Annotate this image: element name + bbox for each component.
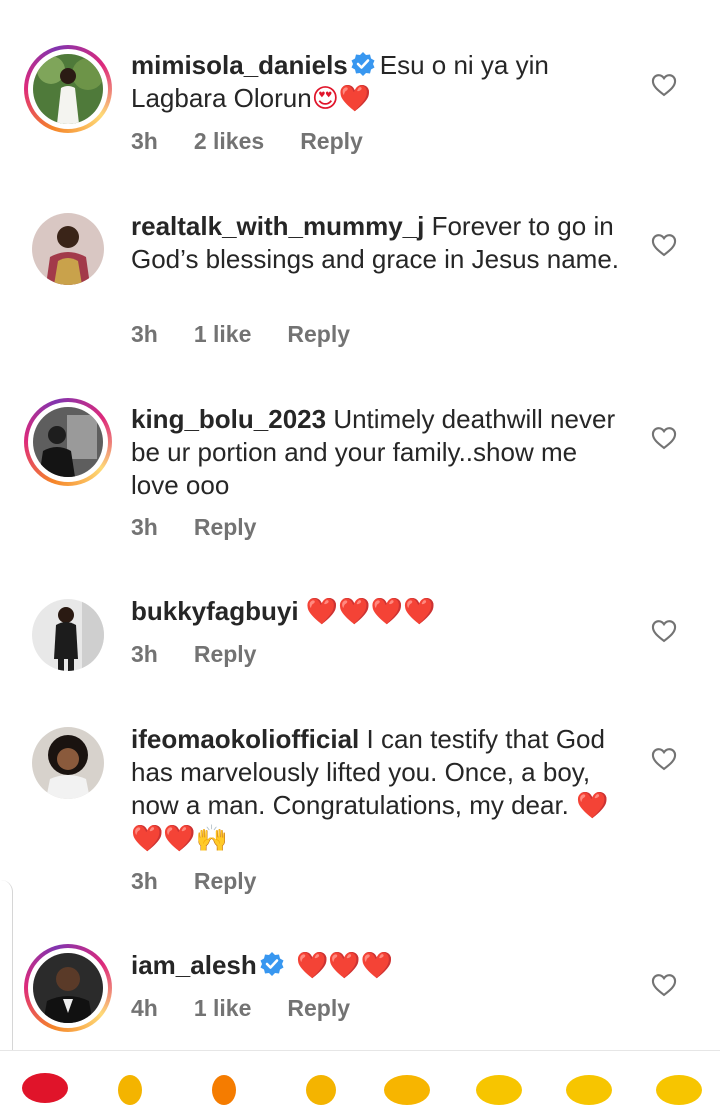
timestamp: 3h (131, 641, 158, 667)
clap-reaction-icon[interactable] (306, 1075, 336, 1105)
heart-outline-icon[interactable] (650, 71, 678, 99)
heart-outline-icon[interactable] (650, 231, 678, 259)
heart-outline-icon[interactable] (650, 971, 678, 999)
timestamp: 4h (131, 995, 158, 1021)
comment-meta: 3h Reply (131, 514, 292, 541)
reply-button[interactable]: Reply (194, 641, 257, 667)
likes-count[interactable]: 1 like (194, 995, 252, 1021)
username-link[interactable]: realtalk_with_mummy_j (131, 211, 424, 241)
fire-reaction-icon[interactable] (212, 1075, 236, 1105)
comment-meta: 3h Reply (131, 641, 292, 668)
reply-button[interactable]: Reply (194, 514, 257, 540)
comment-text: mimisola_daniels Esu o ni ya yin Lagbara … (131, 49, 631, 115)
reply-button[interactable]: Reply (287, 995, 350, 1021)
emoji-reaction-bar (0, 1050, 720, 1105)
comment-meta: 4h 1 like Reply (131, 995, 386, 1022)
comment-body: ❤️❤️❤️❤️ (305, 596, 436, 626)
reply-button[interactable]: Reply (287, 321, 350, 347)
timestamp: 3h (131, 514, 158, 540)
heart-eyes-reaction-icon[interactable] (476, 1075, 522, 1105)
timestamp: 3h (131, 868, 158, 894)
comment-meta: 3h Reply (131, 868, 292, 895)
comment-meta: 3h 2 likes Reply (131, 128, 399, 155)
avatar-story-ring[interactable] (24, 944, 112, 1032)
comment-meta: 3h 1 like Reply (131, 321, 386, 348)
avatar (33, 407, 103, 477)
hands-reaction-icon[interactable] (118, 1075, 142, 1105)
username-link[interactable]: iam_alesh (131, 950, 257, 980)
comment-text: realtalk_with_mummy_j Forever to go in G… (131, 210, 631, 276)
crying-reaction-icon[interactable] (384, 1075, 430, 1105)
emoji-suffix: 😍❤️ (311, 83, 372, 113)
heart-outline-icon[interactable] (650, 617, 678, 645)
username-link[interactable]: bukkyfagbuyi (131, 596, 299, 626)
avatar[interactable] (32, 599, 104, 671)
username-link[interactable]: king_bolu_2023 (131, 404, 326, 434)
shocked-reaction-icon[interactable] (566, 1075, 612, 1105)
laughing-reaction-icon[interactable] (656, 1075, 702, 1105)
comment-text: king_bolu_2023 Untimely deathwill never … (131, 403, 631, 502)
username-link[interactable]: ifeomaokoliofficial (131, 724, 359, 754)
verified-badge-icon (351, 52, 375, 76)
comment-text: iam_alesh ❤️❤️❤️ (131, 949, 631, 982)
likes-count[interactable]: 1 like (194, 321, 252, 347)
comment-text: bukkyfagbuyi ❤️❤️❤️❤️ (131, 595, 631, 628)
avatar (33, 953, 103, 1023)
reply-button[interactable]: Reply (194, 868, 257, 894)
avatar (33, 54, 103, 124)
avatar-story-ring[interactable] (24, 45, 112, 133)
reply-button[interactable]: Reply (300, 128, 363, 154)
verified-badge-icon (260, 952, 284, 976)
comment-text: ifeomaokoliofficial I can testify that G… (131, 723, 631, 855)
heart-outline-icon[interactable] (650, 745, 678, 773)
heart-reaction-icon[interactable] (22, 1073, 68, 1103)
avatar-story-ring[interactable] (24, 398, 112, 486)
timestamp: 3h (131, 321, 158, 347)
timestamp: 3h (131, 128, 158, 154)
username-link[interactable]: mimisola_daniels (131, 50, 348, 80)
likes-count[interactable]: 2 likes (194, 128, 264, 154)
heart-outline-icon[interactable] (650, 424, 678, 452)
avatar[interactable] (32, 213, 104, 285)
avatar[interactable] (32, 727, 104, 799)
comment-body: ❤️❤️❤️ (295, 950, 394, 980)
